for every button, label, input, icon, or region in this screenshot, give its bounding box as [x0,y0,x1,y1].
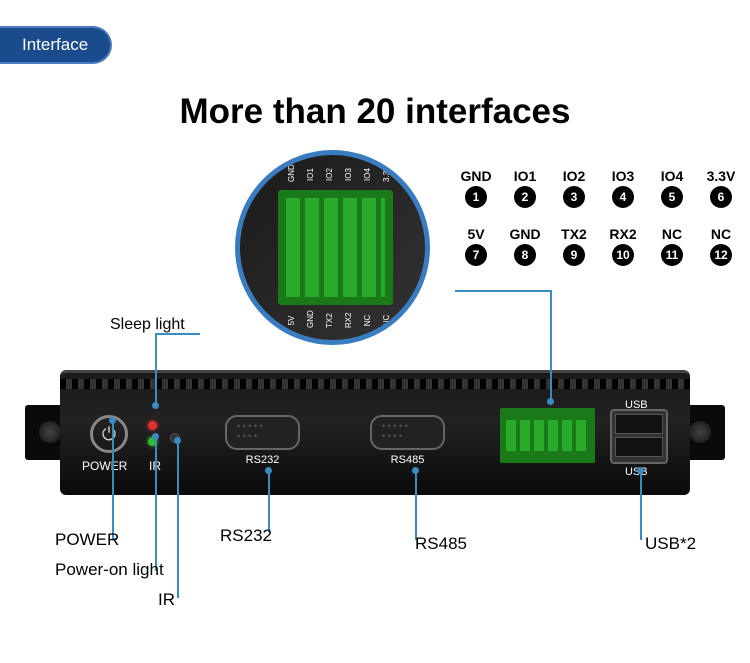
callout-ir: IR [158,590,175,610]
callout-rs232: RS232 [220,526,272,546]
pin-4: IO34 [607,168,639,208]
sleep-led [148,421,157,430]
pin-3: IO23 [558,168,590,208]
pin-10: RX210 [607,226,639,266]
leader-line [415,470,417,540]
leader-dot [265,467,272,474]
leader-line [268,470,270,532]
pin-5: IO45 [656,168,688,208]
usb-label-bottom: USB [625,466,648,478]
leader-line [155,333,157,405]
pin-8: GND8 [509,226,541,266]
leader-line [177,440,179,598]
pin-7: 5V7 [460,226,492,266]
pin-6: 3.3V6 [705,168,737,208]
terminal-block [500,408,595,463]
pin-9: TX29 [558,226,590,266]
usb-ports [610,409,668,464]
leader-line [455,290,550,292]
callout-usb: USB*2 [645,534,696,554]
terminal-block-zoom [278,190,393,305]
section-tab: Interface [0,26,112,64]
leader-dot [152,402,159,409]
leader-line [155,436,157,571]
callout-power: POWER [55,530,119,550]
zoom-bottom-labels: 5VGNDTX2RX2NCNC [284,316,394,325]
pin-1: GND1 [460,168,492,208]
rs485-port: RS485 [370,415,445,466]
callout-rs485: RS485 [415,534,467,554]
leader-line [112,420,114,540]
pin-12: NC12 [705,226,737,266]
leader-line [640,470,642,540]
callout-power-on-light: Power-on light [55,560,164,580]
power-label: POWER [82,459,127,473]
zoom-top-labels: GNDIO1IO2IO3IO43.3V [284,170,394,179]
leader-line [550,290,552,402]
pin-legend: GND1 IO12 IO23 IO34 IO45 3.3V6 5V7 GND8 TX29 RX2… [460,168,737,266]
pin-11: NC11 [656,226,688,266]
leader-dot [174,437,181,444]
leader-dot [152,433,159,440]
pin-2: IO12 [509,168,541,208]
rs232-port: RS232 [225,415,300,466]
leader-dot [412,467,419,474]
leader-dot [637,467,644,474]
leader-dot [547,398,554,405]
zoom-detail: GNDIO1IO2IO3IO43.3V 5VGNDTX2RX2NCNC [235,150,430,345]
leader-dot [109,417,116,424]
page-title: More than 20 interfaces [0,92,750,132]
callout-sleep-light: Sleep light [110,316,185,334]
leader-line [155,333,200,335]
